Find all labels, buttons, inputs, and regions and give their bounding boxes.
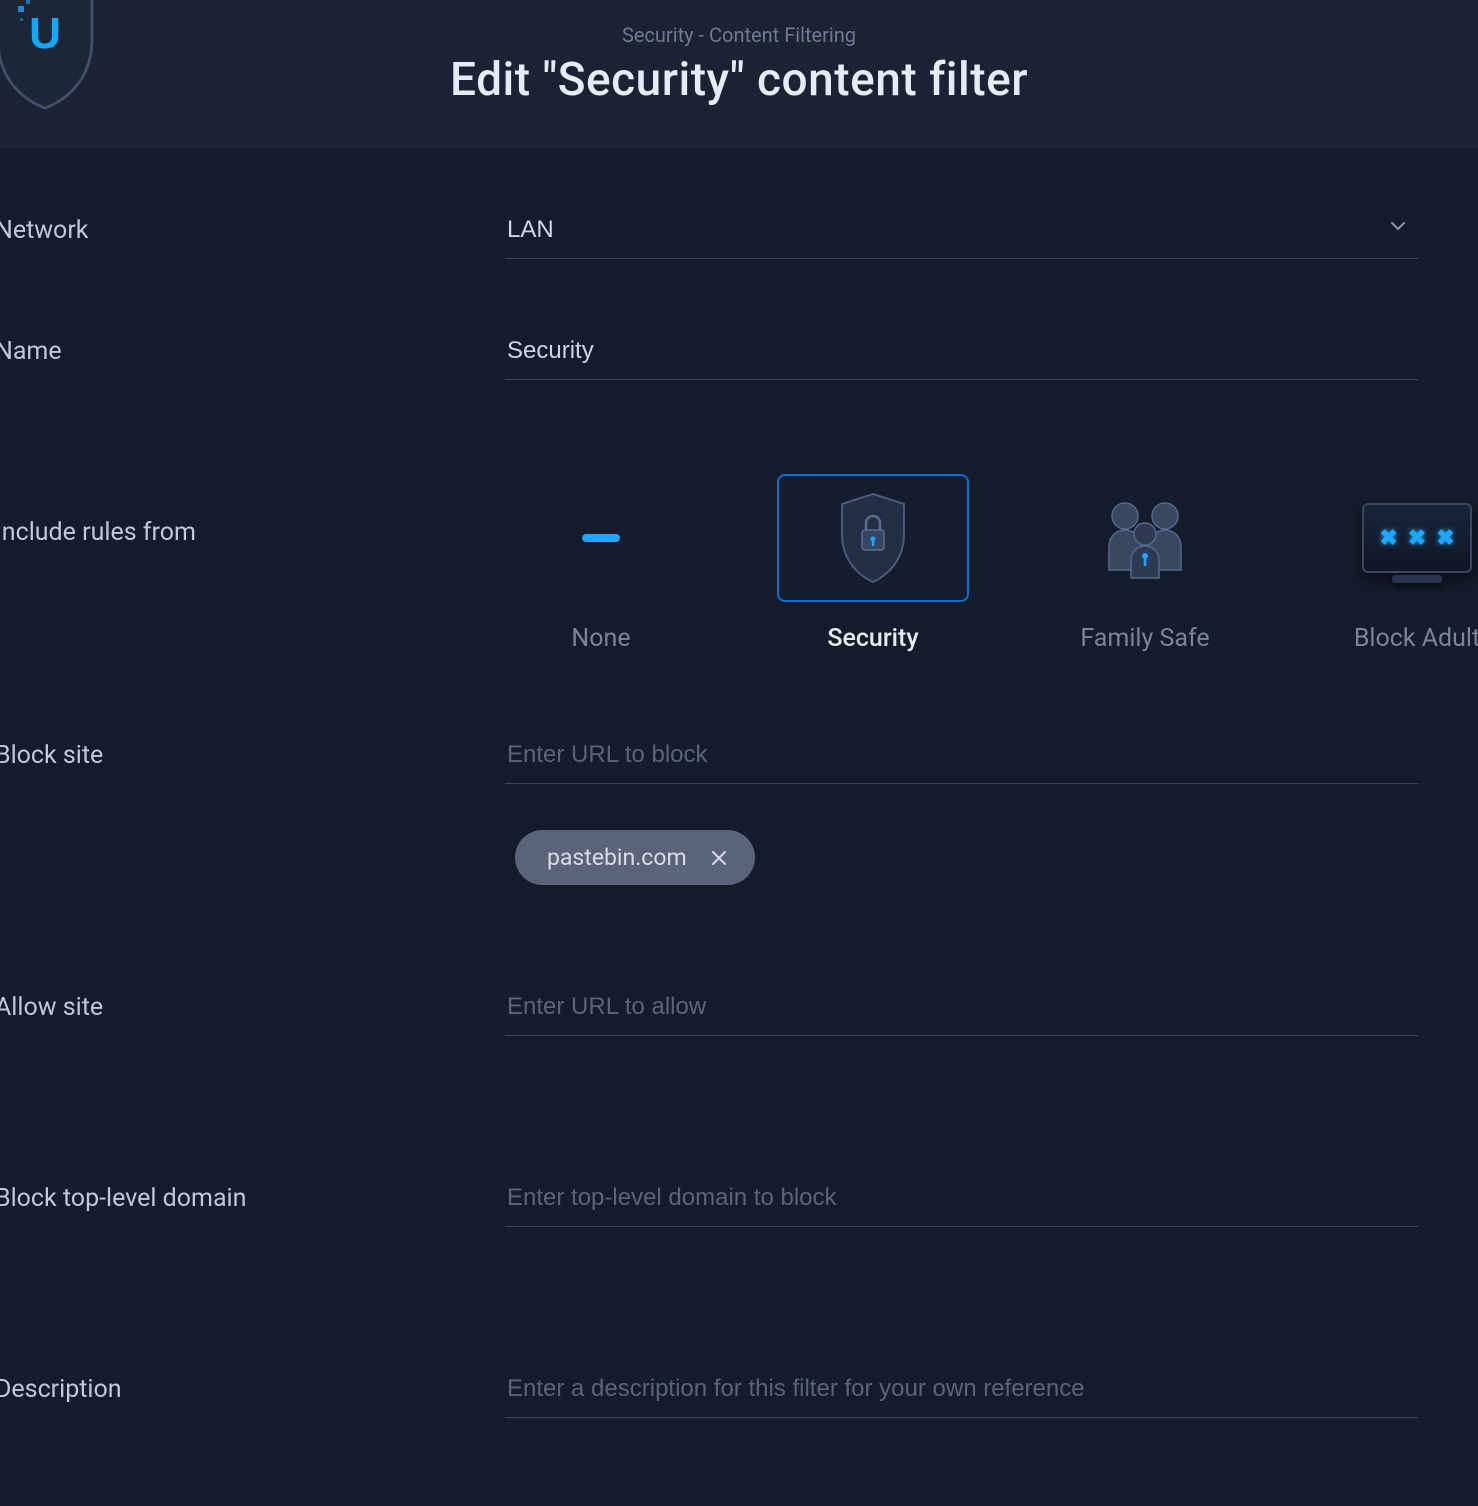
block-site-chip: pastebin.com bbox=[515, 830, 755, 885]
network-label: Network bbox=[0, 208, 505, 245]
none-icon bbox=[505, 474, 697, 602]
allow-site-label: Allow site bbox=[0, 985, 505, 1022]
rule-preset-label: None bbox=[571, 624, 630, 653]
page-title: Edit "Security" content filter bbox=[450, 53, 1028, 107]
rule-preset-family[interactable]: Family Safe bbox=[1049, 474, 1241, 653]
description-label: Description bbox=[0, 1367, 505, 1404]
svg-text:U: U bbox=[29, 9, 61, 58]
rule-preset-adult[interactable]: ✖✖✖ Block Adult bbox=[1321, 474, 1478, 653]
close-icon[interactable] bbox=[709, 848, 729, 868]
description-input[interactable] bbox=[505, 1367, 1418, 1418]
block-site-label: Block site bbox=[0, 733, 505, 770]
allow-site-input[interactable] bbox=[505, 985, 1418, 1036]
block-tld-label: Block top-level domain bbox=[0, 1176, 505, 1213]
block-site-input[interactable] bbox=[505, 733, 1418, 784]
rule-preset-security[interactable]: Security bbox=[777, 474, 969, 653]
app-shield-logo: U bbox=[0, 0, 100, 112]
content-filter-form: Network Name Include rules from None bbox=[0, 148, 1478, 1418]
rule-preset-group: None Security bbox=[505, 470, 1425, 653]
rule-preset-none[interactable]: None bbox=[505, 474, 697, 653]
network-select[interactable] bbox=[505, 208, 1418, 259]
name-input[interactable] bbox=[505, 329, 1418, 380]
block-tld-input[interactable] bbox=[505, 1176, 1418, 1227]
include-rules-label: Include rules from bbox=[0, 470, 505, 547]
block-adult-icon: ✖✖✖ bbox=[1321, 474, 1478, 602]
rule-preset-label: Security bbox=[827, 624, 918, 653]
rule-preset-label: Family Safe bbox=[1080, 624, 1209, 653]
name-label: Name bbox=[0, 329, 505, 366]
family-icon bbox=[1049, 474, 1241, 602]
page-header: U Security - Content Filtering Edit "Sec… bbox=[0, 0, 1478, 148]
shield-lock-icon bbox=[777, 474, 969, 602]
rule-preset-label: Block Adult bbox=[1354, 624, 1478, 653]
block-site-chip-list: pastebin.com bbox=[505, 830, 1418, 885]
breadcrumb: Security - Content Filtering bbox=[622, 23, 856, 47]
chip-text: pastebin.com bbox=[547, 844, 687, 871]
